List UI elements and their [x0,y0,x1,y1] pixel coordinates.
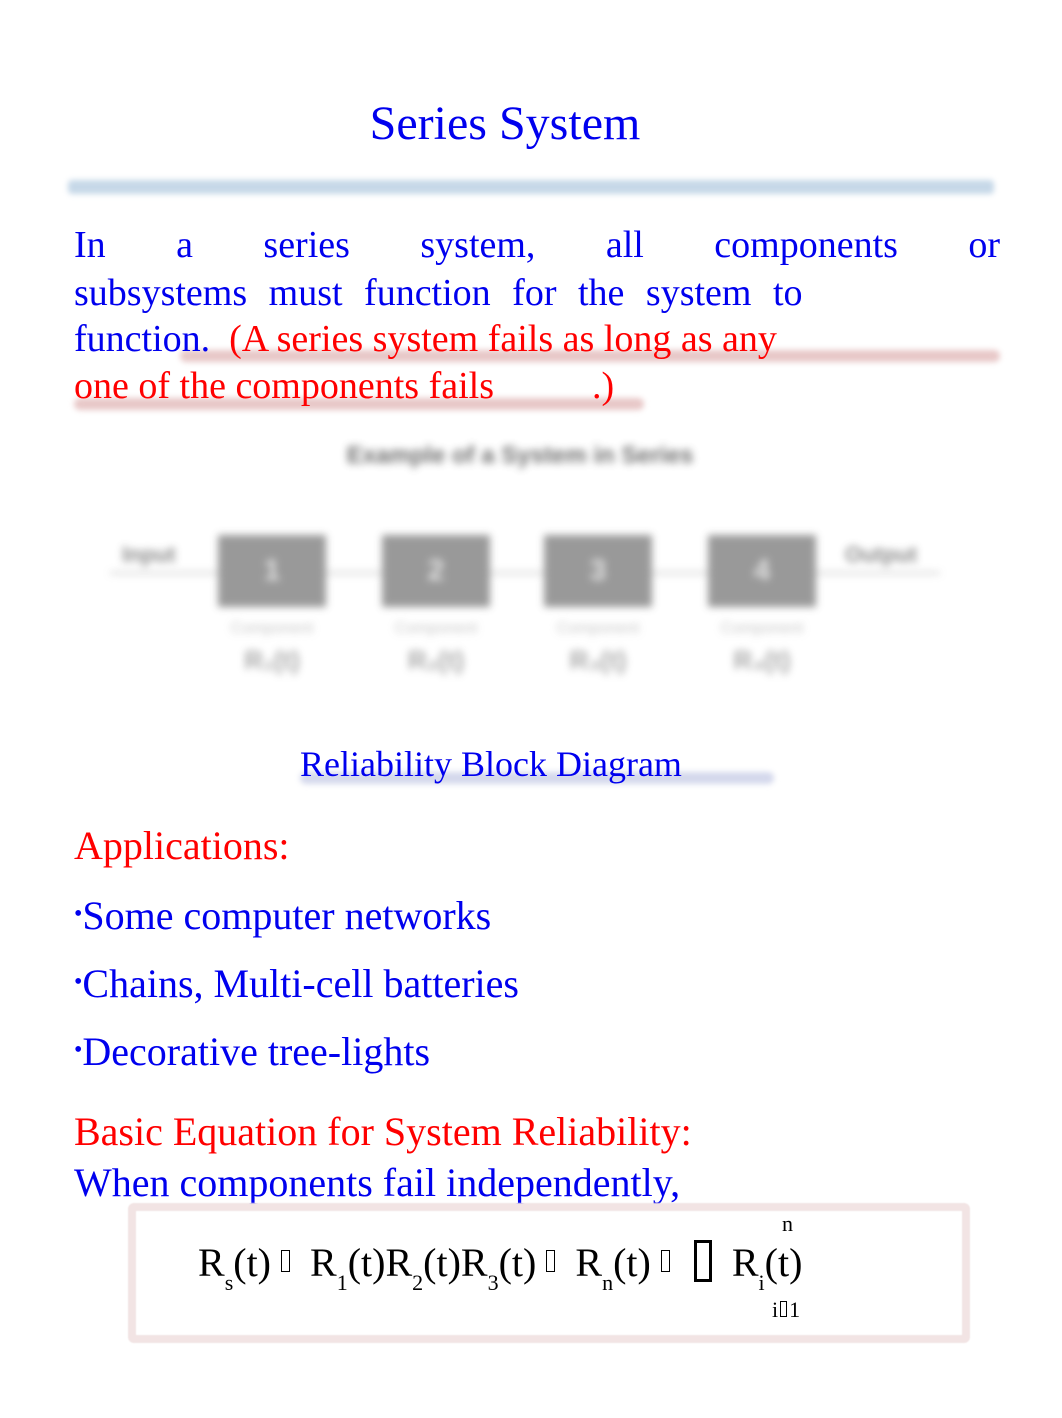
product-upper-limit: n [782,1211,793,1236]
intro-line-2: subsystems must function for the system … [74,272,803,314]
page-title: Series System [369,97,641,150]
equals-glyph-icon [660,1250,670,1272]
eq-symbol: R [460,1240,488,1285]
diagram-block-caption: Component [394,620,478,637]
application-text: Chains, Multi-cell batteries [82,961,519,1006]
eq-arg: (t) [423,1240,461,1285]
eq-symbol: R [385,1240,413,1285]
diagram-block-reliability: R₄(t) [733,645,791,675]
application-item: •Some computer networks [74,890,491,940]
diagram-output-label: Output [845,542,918,567]
eq-subscript: 2 [412,1270,424,1295]
application-text: Some computer networks [82,893,492,938]
intro-word: components [714,224,898,266]
diagram-title: Example of a System in Series [346,442,694,469]
intro-word: all [605,224,644,266]
intro-line-4: one of the components fails.) [74,363,1000,410]
intro-text: function. [74,318,211,360]
diagram-block-reliability: R₂(t) [407,645,465,675]
diagram-input-label: Input [122,542,176,567]
product-lower-limit: i1 [772,1297,800,1323]
eq-subscript: s [224,1270,234,1295]
eq-symbol: R [731,1240,759,1285]
eq-symbol: R [198,1240,225,1285]
eq-index: 1 [789,1297,801,1322]
eq-arg: (t) [347,1240,386,1285]
diagram-block: 4 [708,535,816,607]
equation-body: Rs(t) R1(t)R2(t)R3(t) Rn(t) Ri(t) [198,1239,802,1307]
intro-word: or [968,224,1001,266]
eq-arg: (t) [764,1240,803,1285]
eq-subscript: n [602,1270,614,1295]
intro-emphasis: one of the components fails [74,365,495,407]
intro-word: In [74,224,106,266]
applications-heading: Applications: [74,823,290,868]
intro-tail: .) [592,365,615,407]
eq-arg: (t) [613,1240,651,1285]
equals-glyph-icon [780,1301,788,1317]
equation-heading: Basic Equation for System Reliability: [74,1109,692,1154]
eq-arg: (t) [498,1240,537,1285]
series-block-diagram: Example of a System in Series Input Outp… [100,430,960,700]
application-item: •Chains, Multi-cell batteries [74,958,519,1008]
intro-word: series [263,224,350,266]
product-glyph-icon [693,1240,712,1282]
application-text: Decorative tree-lights [82,1029,431,1074]
diagram-block-caption: Component [556,620,640,637]
application-item: •Decorative tree-lights [74,1026,430,1076]
eq-subscript: 1 [336,1270,348,1295]
equals-glyph-icon [281,1250,291,1272]
diagram-block: 1 [218,535,326,607]
eq-index: i [772,1297,779,1322]
ellipsis-glyph-icon [546,1250,556,1272]
reliability-equation: n Rs(t) R1(t)R2(t)R3(t) Rn(t) Ri(t) i1 [128,1203,970,1343]
title-divider [68,180,994,194]
intro-line-3: function. (A series system fails as long… [74,316,1000,363]
eq-symbol: R [310,1240,337,1285]
diagram-block-caption: Component [230,620,314,637]
diagram-block-reliability: R₁(t) [244,645,300,675]
diagram-block: 2 [382,535,490,607]
eq-arg: (t) [233,1240,272,1285]
intro-word: a [176,224,193,266]
intro-emphasis: (A series system fails as long as any [229,318,777,360]
intro-word: system, [420,224,536,266]
diagram-block: 3 [544,535,652,607]
eq-symbol: R [575,1240,603,1285]
intro-line-1: In a series system, all components or [74,222,1000,269]
diagram-caption: Reliability Block Diagram [300,744,682,784]
diagram-block-reliability: R₃(t) [569,645,627,675]
equation-intro: When components fail independently, [74,1160,681,1205]
eq-subscript: 3 [487,1270,499,1295]
diagram-block-caption: Component [720,620,804,637]
